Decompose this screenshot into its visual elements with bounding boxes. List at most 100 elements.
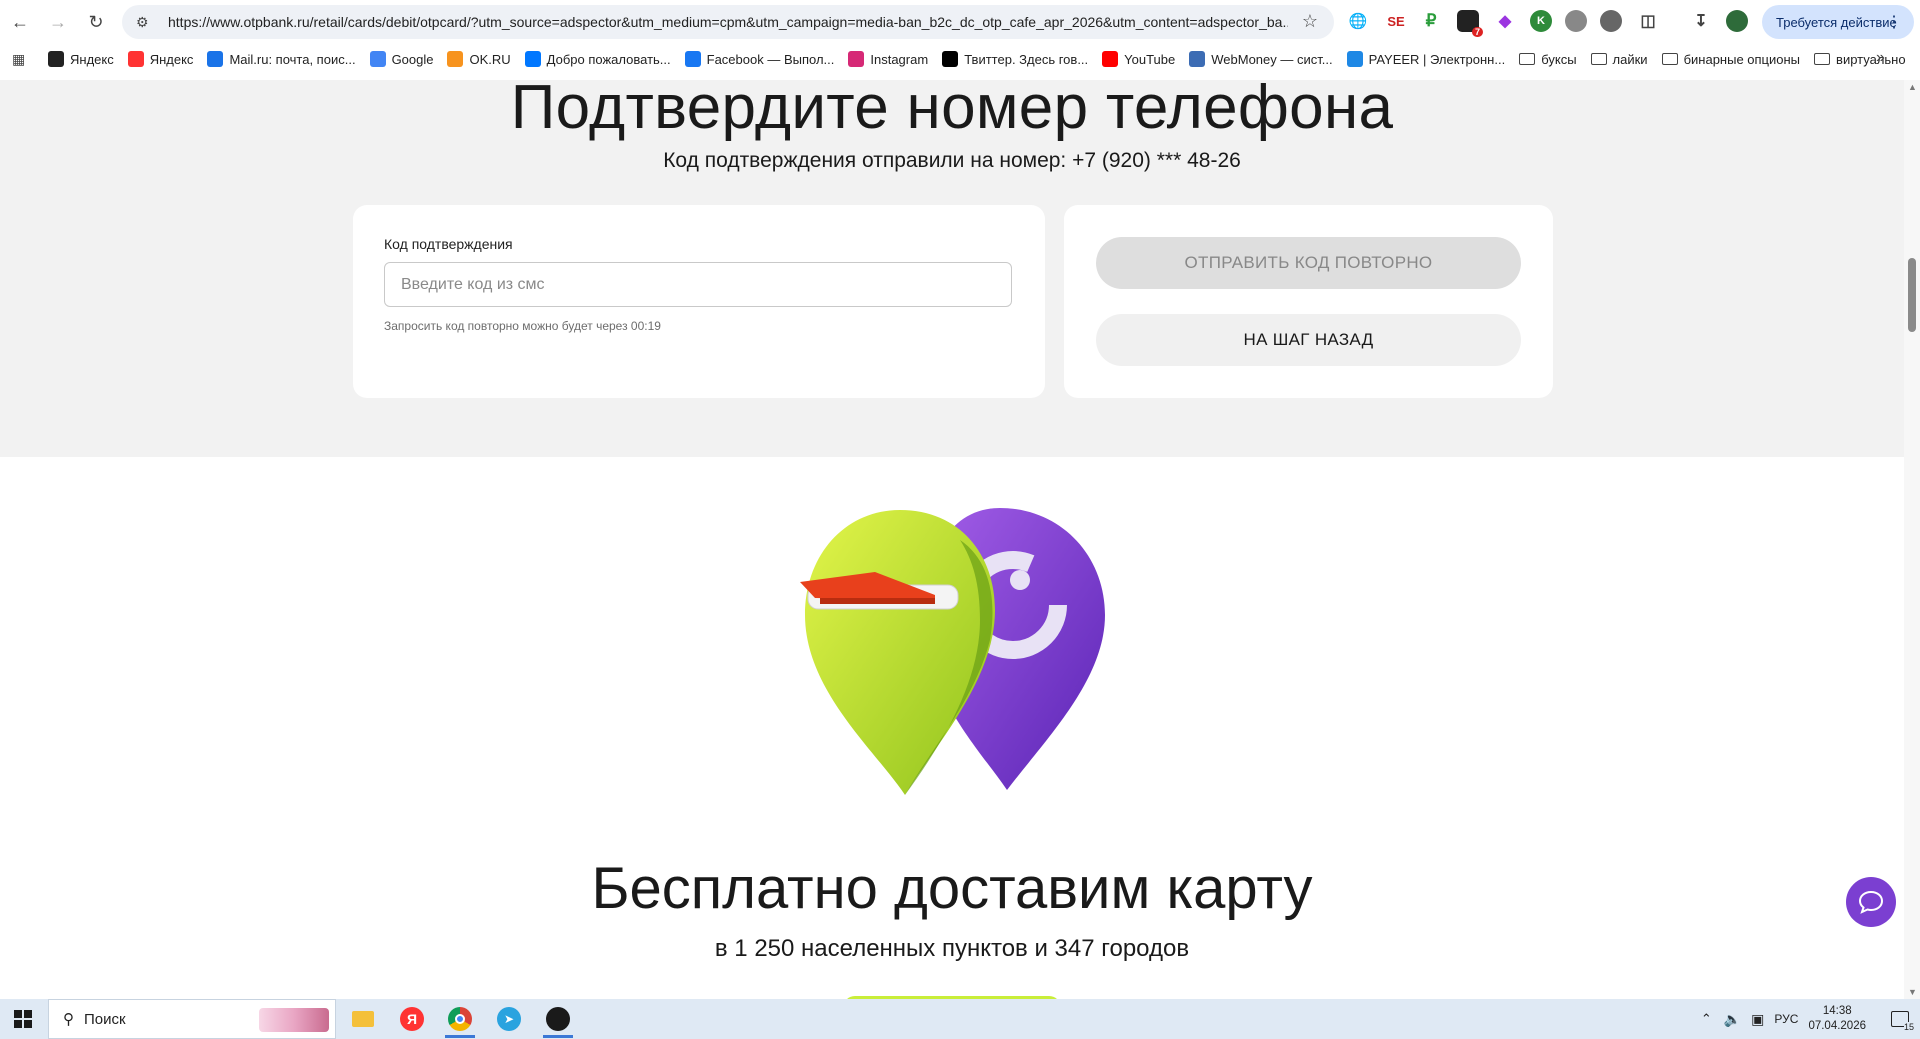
file-explorer-icon[interactable] (344, 1003, 382, 1035)
folder-icon (1519, 53, 1536, 65)
forward-button[interactable]: → (40, 4, 76, 40)
menu-dots-icon: ⋮ (1886, 14, 1902, 31)
payeer-icon (1346, 51, 1363, 67)
apps-grid-icon[interactable]: ▦ (12, 51, 30, 68)
delivery-subtitle: в 1 250 населенных пунктов и 347 городов (714, 935, 1190, 962)
bookmark-item[interactable]: Твиттер. Здесь гов... (942, 51, 1088, 67)
bookmark-item[interactable]: Яндекс (127, 51, 194, 67)
profile-avatar[interactable] (1726, 10, 1748, 32)
extension-face-icon[interactable] (1600, 10, 1622, 32)
bookmark-item[interactable]: Instagram (848, 51, 928, 67)
network-icon[interactable]: ▣ (1751, 1011, 1764, 1028)
scroll-up-icon[interactable]: ▲ (1908, 82, 1917, 92)
extension-grey-icon[interactable] (1565, 10, 1587, 32)
bookmark-item[interactable]: Яндекс (48, 51, 114, 67)
bookmark-item[interactable]: бинарные опционы (1661, 52, 1800, 67)
extension-se-icon[interactable]: SE (1385, 10, 1407, 32)
code-field-label: Код подтверждения (384, 236, 513, 252)
youtube-icon (1102, 51, 1119, 67)
bookmark-item[interactable]: буксы (1519, 51, 1577, 67)
step-back-button[interactable]: НА ШАГ НАЗАД (1096, 314, 1521, 366)
windows-logo-icon (14, 1010, 32, 1028)
back-button[interactable]: ← (2, 4, 38, 40)
bookmark-label: буксы (1541, 51, 1577, 67)
yandex-plus-icon (48, 51, 64, 67)
extensions-puzzle-icon[interactable]: ◫ (1637, 10, 1659, 32)
folder-icon (1661, 53, 1678, 65)
chrome-icon[interactable] (441, 1003, 479, 1038)
search-icon: ⚲ (63, 1011, 74, 1028)
bookmark-label: Mail.ru: почта, поис... (229, 51, 356, 67)
translate-icon[interactable]: 🌐 (1347, 10, 1369, 32)
bookmark-star-icon[interactable]: ☆ (1302, 11, 1318, 32)
extension-green-icon[interactable]: K (1530, 10, 1552, 32)
browser-toolbar: ← → ↻ ⚙ https://www.otpbank.ru/retail/ca… (0, 0, 1920, 44)
sms-code-input[interactable] (384, 262, 1012, 307)
resend-code-button[interactable]: ОТПРАВИТЬ КОД ПОВТОРНО (1096, 237, 1521, 289)
bookmark-item[interactable]: виртуально (1814, 52, 1906, 67)
extension-ruble-icon[interactable]: ₽ (1420, 10, 1442, 32)
system-tray: ⌃ 🔈 ▣ РУС 14:38 07.04.2026 15 (1701, 999, 1920, 1039)
telegram-icon[interactable]: ➤ (490, 1003, 528, 1035)
bookmark-label: Добро пожаловать... (546, 51, 671, 67)
notifications-button[interactable]: 15 (1880, 999, 1920, 1039)
tray-overflow-icon[interactable]: ⌃ (1701, 1011, 1712, 1027)
bookmark-label: WebMoney — сист... (1211, 51, 1333, 67)
code-card: Код подтверждения Запросить код повторно… (353, 205, 1045, 398)
clock-time: 14:38 (1822, 1005, 1852, 1017)
chat-bubble-icon (1858, 890, 1884, 914)
start-button[interactable] (0, 999, 46, 1039)
volume-icon[interactable]: 🔈 (1724, 1011, 1741, 1028)
bookmark-label: YouTube (1124, 51, 1176, 67)
extension-counter-icon[interactable]: 7 (1457, 10, 1483, 37)
bookmark-item[interactable]: PAYEER | Электронн... (1346, 51, 1506, 67)
delivery-title: Бесплатно доставим карту (591, 856, 1313, 921)
scrollbar-thumb[interactable] (1908, 258, 1916, 332)
app-robot-icon[interactable] (539, 1003, 577, 1038)
address-bar[interactable]: ⚙ https://www.otpbank.ru/retail/cards/de… (122, 5, 1334, 39)
actions-card: ОТПРАВИТЬ КОД ПОВТОРНО НА ШАГ НАЗАД (1064, 205, 1553, 398)
site-settings-icon[interactable]: ⚙ (136, 14, 156, 31)
bookmark-label: OK.RU (469, 51, 511, 67)
language-indicator[interactable]: РУС (1774, 1012, 1798, 1026)
bookmarks-overflow-icon[interactable]: » (1876, 49, 1885, 67)
yandex-browser-icon[interactable]: Я (393, 1003, 431, 1035)
card-red-edge (820, 598, 935, 604)
search-highlight-image (259, 1008, 329, 1032)
reload-button[interactable]: ↻ (78, 4, 114, 40)
action-required-button[interactable]: Требуется действие ⋮ (1762, 5, 1914, 39)
page-viewport: Подтвердите номер телефона Код подтвержд… (0, 80, 1904, 999)
bookmark-label: Твиттер. Здесь гов... (964, 51, 1089, 67)
bookmark-label: Яндекс (70, 51, 114, 67)
bookmark-item[interactable]: Mail.ru: почта, поис... (207, 51, 356, 67)
bookmark-item[interactable]: Facebook — Выпол... (684, 51, 835, 67)
yandex-icon (127, 51, 144, 67)
bookmark-label: Яндекс (149, 51, 194, 67)
taskbar-search[interactable]: ⚲ Поиск (48, 999, 336, 1039)
extension-gem-icon[interactable]: ◆ (1494, 10, 1516, 32)
url-text[interactable]: https://www.otpbank.ru/retail/cards/debi… (168, 14, 1288, 30)
green-pin (805, 510, 995, 795)
clock[interactable]: 14:38 07.04.2026 (1808, 1004, 1866, 1034)
x-icon (942, 51, 959, 67)
folder-icon (1814, 53, 1831, 65)
bookmark-item[interactable]: лайки (1590, 52, 1648, 67)
bookmark-item[interactable]: Добро пожаловать... (524, 51, 671, 67)
bookmark-label: виртуально (1836, 51, 1906, 67)
bookmarks-bar: ▦ Яндекс Яндекс Mail.ru: почта, поис... Goo… (0, 44, 1920, 74)
windows-taskbar: ⚲ Поиск Я ➤ ⌃ 🔈 ▣ РУС 14:38 07.04.2026 1… (0, 999, 1920, 1039)
chat-button[interactable] (1846, 877, 1896, 927)
phone-subtitle: Код подтверждения отправили на номер: +7… (663, 149, 1241, 172)
downloads-icon[interactable]: ↧ (1690, 10, 1712, 32)
bookmark-item[interactable]: WebMoney — сист... (1189, 51, 1333, 67)
bookmark-label: PAYEER | Электронн... (1368, 51, 1506, 67)
bookmark-label: Facebook — Выпол... (706, 51, 835, 67)
bookmark-item[interactable]: OK.RU (447, 51, 511, 67)
bookmark-item[interactable]: Google (369, 51, 434, 67)
bookmark-item[interactable]: YouTube (1102, 51, 1175, 67)
scroll-down-icon[interactable]: ▼ (1908, 987, 1917, 997)
page-scrollbar[interactable]: ▲ ▼ (1904, 80, 1920, 999)
page-title: Подтвердите номер телефона (510, 80, 1394, 142)
notification-count: 15 (1903, 1022, 1914, 1032)
bookmark-label: Google (391, 51, 434, 67)
